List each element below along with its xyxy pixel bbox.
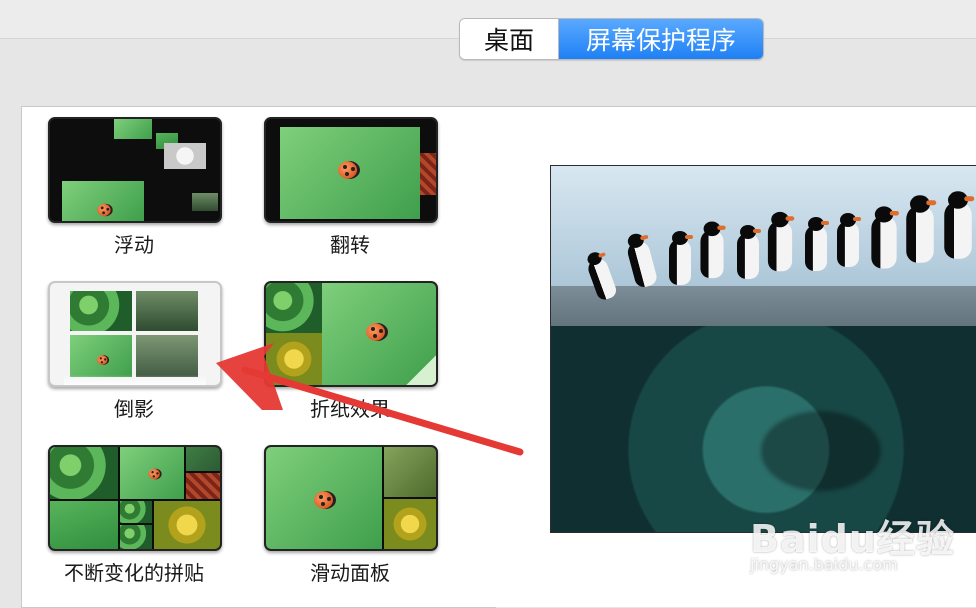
screensaver-label: 浮动 xyxy=(114,233,154,257)
screensaver-item-reflection[interactable]: 倒影 xyxy=(48,281,222,421)
watermark: Baidu经验 jingyan.baidu.com xyxy=(750,508,970,598)
screensaver-item-sliding-panels[interactable]: 滑动面板 xyxy=(264,445,438,585)
screensaver-item-flip[interactable]: 翻转 xyxy=(264,117,438,257)
screensaver-thumbnail xyxy=(48,281,222,387)
screensaver-thumbnail xyxy=(48,445,222,551)
screensaver-item-shifting-tiles[interactable]: 不断变化的拼贴 xyxy=(48,445,222,585)
watermark-sub: jingyan.baidu.com xyxy=(750,555,898,574)
screensaver-label: 翻转 xyxy=(330,233,370,257)
tab-desktop[interactable]: 桌面 xyxy=(460,19,559,59)
preview-water xyxy=(551,326,976,532)
penguin-group xyxy=(585,191,976,311)
screensaver-thumbnail xyxy=(264,445,438,551)
screensaver-preview-image xyxy=(550,165,976,533)
screensaver-label: 不断变化的拼贴 xyxy=(64,561,204,585)
screensaver-label: 折纸效果 xyxy=(310,397,390,421)
tab-screensaver[interactable]: 屏幕保护程序 xyxy=(559,19,763,59)
screensaver-label: 滑动面板 xyxy=(310,561,390,585)
screensaver-thumbnail xyxy=(48,117,222,223)
screensaver-item-floating[interactable]: 浮动 xyxy=(48,117,222,257)
segmented-control: 桌面 屏幕保护程序 xyxy=(459,18,764,60)
screensaver-thumbnail xyxy=(264,117,438,223)
preview-shadow xyxy=(761,411,881,491)
screensaver-thumbnail xyxy=(264,281,438,387)
screensaver-list: 浮动 翻转 倒影 折纸效果 不断变化的拼贴 滑动面板 xyxy=(21,106,496,608)
screensaver-label: 倒影 xyxy=(114,397,154,421)
screensaver-item-origami[interactable]: 折纸效果 xyxy=(264,281,438,421)
